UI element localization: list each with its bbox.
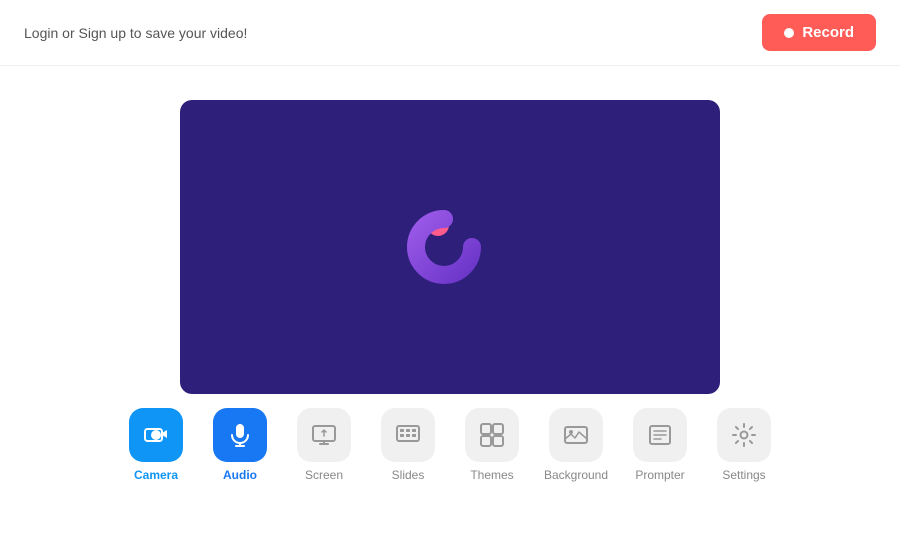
background-label: Background	[544, 468, 608, 482]
header-auth-text: Login or Sign up to save your video!	[24, 25, 247, 41]
settings-label: Settings	[722, 468, 765, 482]
background-icon-wrap	[549, 408, 603, 462]
prompter-label: Prompter	[635, 468, 684, 482]
toolbar-item-camera[interactable]: Camera	[120, 408, 192, 482]
themes-icon-wrap	[465, 408, 519, 462]
toolbar-item-audio[interactable]: Audio	[204, 408, 276, 482]
preview-logo	[400, 197, 500, 297]
slides-icon-wrap	[381, 408, 435, 462]
toolbar-item-slides[interactable]: Slides	[372, 408, 444, 482]
camera-label: Camera	[134, 468, 178, 482]
header: Login or Sign up to save your video! Rec…	[0, 0, 900, 66]
toolbar: Camera Audio Sc	[24, 394, 876, 500]
main-content: Camera Audio Sc	[0, 66, 900, 533]
toolbar-item-screen[interactable]: Screen	[288, 408, 360, 482]
record-button[interactable]: Record	[762, 14, 876, 51]
audio-icon-wrap	[213, 408, 267, 462]
toolbar-item-background[interactable]: Background	[540, 408, 612, 482]
audio-label: Audio	[223, 468, 257, 482]
login-link[interactable]: Login	[24, 25, 58, 41]
toolbar-item-themes[interactable]: Themes	[456, 408, 528, 482]
toolbar-item-prompter[interactable]: Prompter	[624, 408, 696, 482]
signup-link[interactable]: Sign up	[79, 25, 126, 41]
screen-icon-wrap	[297, 408, 351, 462]
slides-label: Slides	[392, 468, 425, 482]
settings-icon-wrap	[717, 408, 771, 462]
screen-label: Screen	[305, 468, 343, 482]
themes-label: Themes	[470, 468, 513, 482]
toolbar-item-settings[interactable]: Settings	[708, 408, 780, 482]
record-dot-icon	[784, 28, 794, 38]
camera-icon-wrap	[129, 408, 183, 462]
prompter-icon-wrap	[633, 408, 687, 462]
video-preview	[180, 100, 720, 394]
